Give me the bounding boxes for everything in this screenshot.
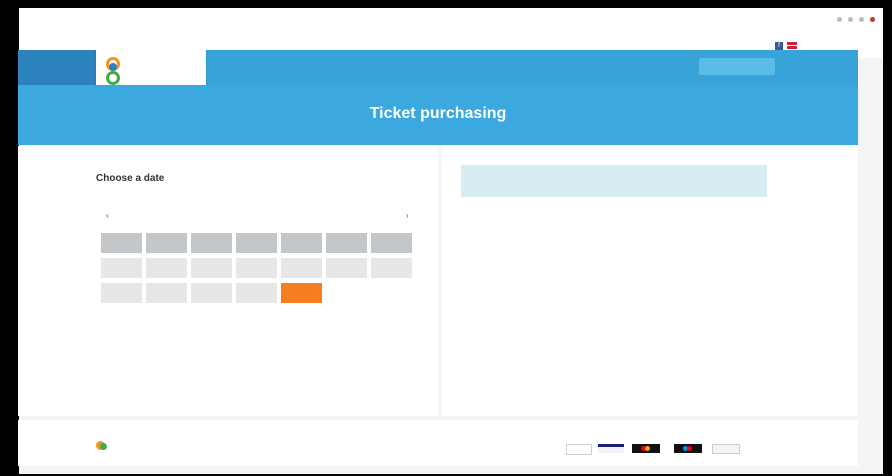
calendar-day[interactable] xyxy=(326,333,367,353)
weekday-header xyxy=(146,233,187,253)
extension-icon[interactable] xyxy=(848,17,853,22)
navbar-left-block xyxy=(18,50,98,85)
calendar-day[interactable] xyxy=(281,333,322,353)
calendar-day xyxy=(236,283,277,303)
calendar-day xyxy=(101,283,142,303)
uk-flag-icon[interactable] xyxy=(787,42,797,49)
profile-icon[interactable] xyxy=(870,17,875,22)
weekday-header xyxy=(101,233,142,253)
calendar-day xyxy=(191,283,232,303)
weekday-header xyxy=(191,233,232,253)
calendar-day[interactable] xyxy=(101,308,142,328)
calendar-day[interactable] xyxy=(371,283,412,303)
paypal-icon xyxy=(598,444,624,453)
calendar-day[interactable] xyxy=(191,358,232,378)
mastercard-icon xyxy=(632,444,660,453)
logo-icon xyxy=(106,71,120,85)
ticket-purchasing-button[interactable] xyxy=(699,58,775,75)
chevron-right-icon[interactable]: › xyxy=(406,211,409,220)
calendar-day xyxy=(191,258,232,278)
calendar-day[interactable] xyxy=(101,358,142,378)
calendar-day xyxy=(326,258,367,278)
date-notice xyxy=(461,165,767,197)
extension-icon[interactable] xyxy=(837,17,842,22)
calendar-day[interactable] xyxy=(236,308,277,328)
calendar-day[interactable] xyxy=(371,358,412,378)
amex-icon xyxy=(712,444,740,454)
calendar-day[interactable] xyxy=(146,308,187,328)
calendar-day[interactable] xyxy=(371,308,412,328)
calendar-day[interactable] xyxy=(101,333,142,353)
weekday-header xyxy=(326,233,367,253)
calendar-day xyxy=(101,258,142,278)
calendar-day xyxy=(281,258,322,278)
chevron-left-icon[interactable]: ‹ xyxy=(106,211,109,220)
weekday-header xyxy=(236,233,277,253)
calendar-day[interactable] xyxy=(236,333,277,353)
calendar-day-selected[interactable] xyxy=(281,283,322,303)
logo-icon xyxy=(109,63,117,71)
browser-toolbar-icons xyxy=(837,17,875,22)
calendar-day[interactable] xyxy=(191,308,232,328)
calendar-day[interactable] xyxy=(146,333,187,353)
weekday-header xyxy=(281,233,322,253)
weekday-header xyxy=(371,233,412,253)
extension-icon[interactable] xyxy=(859,17,864,22)
calendar-grid xyxy=(101,233,412,378)
calendar-day[interactable] xyxy=(326,308,367,328)
browser-topbar xyxy=(19,8,883,38)
calendar-day xyxy=(146,258,187,278)
hero-banner: Ticket purchasing xyxy=(18,85,858,145)
calendar-day[interactable] xyxy=(371,333,412,353)
calendar-day[interactable] xyxy=(281,308,322,328)
calendar-day xyxy=(146,283,187,303)
calendar-day[interactable] xyxy=(146,358,187,378)
calendar-day[interactable] xyxy=(191,333,232,353)
calendar-day[interactable] xyxy=(326,283,367,303)
maestro-icon xyxy=(674,444,702,453)
logo-icon xyxy=(100,443,107,450)
calendar-day[interactable] xyxy=(236,358,277,378)
calendar-heading: Choose a date xyxy=(96,173,165,184)
page-title: Ticket purchasing xyxy=(369,105,507,122)
visa-icon xyxy=(566,444,592,455)
calendar-day[interactable] xyxy=(326,358,367,378)
calendar-day xyxy=(236,258,277,278)
facebook-icon[interactable]: f xyxy=(775,42,783,50)
footer xyxy=(18,420,858,466)
calendar-day xyxy=(371,258,412,278)
calendar-day[interactable] xyxy=(281,358,322,378)
